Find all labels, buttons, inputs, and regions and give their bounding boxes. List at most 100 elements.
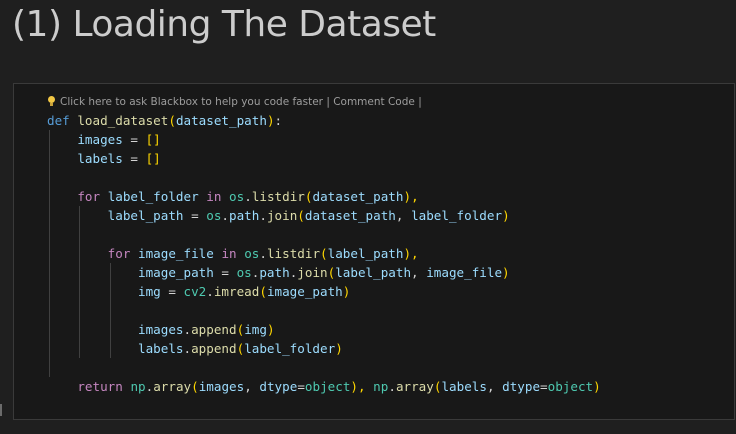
code-token: . <box>244 189 252 204</box>
code-token: . <box>388 379 396 394</box>
code-token: = <box>297 379 305 394</box>
code-line[interactable]: ​ <box>47 225 601 244</box>
code-token: label_path <box>335 265 412 280</box>
code-line[interactable]: images.append(img) <box>47 320 601 339</box>
code-line[interactable]: img = cv2.imread(image_path) <box>47 282 601 301</box>
code-token: label_path <box>107 208 184 223</box>
code-token: . <box>206 284 214 299</box>
code-token: = <box>540 379 548 394</box>
code-token: return <box>77 379 123 394</box>
code-line[interactable]: label_path = os.path.join(dataset_path, … <box>47 206 601 225</box>
code-token: listdir <box>251 189 305 204</box>
code-line[interactable]: labels.append(label_folder) <box>47 339 601 358</box>
code-line[interactable]: ​ <box>47 168 601 187</box>
markdown-heading: (1) Loading The Dataset <box>12 4 436 45</box>
code-line[interactable]: ​ <box>47 301 601 320</box>
code-token: for <box>77 189 101 204</box>
blackbox-hint[interactable]: Click here to ask Blackbox to help you c… <box>47 96 422 108</box>
code-token: imread <box>213 284 260 299</box>
code-line[interactable]: for image_file in os.listdir(label_path)… <box>47 244 601 263</box>
code-token: images <box>198 379 245 394</box>
code-token: for <box>107 246 131 261</box>
code-line[interactable]: images = [] <box>47 130 601 149</box>
code-token: ), <box>403 246 419 261</box>
code-token: ( <box>320 246 328 261</box>
code-token: img <box>244 322 267 337</box>
code-token: array <box>153 379 192 394</box>
code-token: ( <box>191 379 199 394</box>
code-token: path <box>259 265 290 280</box>
code-token: image_file <box>426 265 503 280</box>
code-token: = <box>122 151 146 166</box>
code-token: append <box>191 341 237 356</box>
code-token: object <box>304 379 351 394</box>
code-token: . <box>259 208 267 223</box>
code-token: = <box>160 284 184 299</box>
code-token: labels <box>138 341 184 356</box>
code-token: dataset_path <box>175 113 267 128</box>
code-line[interactable]: for label_folder in os.listdir(dataset_p… <box>47 187 601 206</box>
code-token: ( <box>297 208 305 223</box>
code-token: ), <box>403 189 419 204</box>
code-line[interactable]: image_path = os.path.join(label_path, im… <box>47 263 601 282</box>
code-token: array <box>395 379 434 394</box>
code-token: label_folder <box>411 208 503 223</box>
code-token: = <box>183 208 207 223</box>
code-token: [] <box>145 151 161 166</box>
code-token: load_dataset <box>77 113 169 128</box>
code-token: dataset_path <box>304 208 396 223</box>
code-line[interactable]: def load_dataset(dataset_path): <box>47 111 601 130</box>
code-token: label_folder <box>107 189 199 204</box>
code-token: dataset_path <box>312 189 404 204</box>
code-token: = <box>122 132 146 147</box>
code-token: def <box>47 113 78 128</box>
code-line[interactable]: return np.array(images, dtype=object), n… <box>47 377 601 396</box>
code-token: join <box>266 208 298 223</box>
code-token: in <box>221 246 237 261</box>
code-token: ) <box>266 322 275 337</box>
code-editor[interactable]: def load_dataset(dataset_path): images =… <box>47 111 601 396</box>
code-line[interactable]: labels = [] <box>47 149 601 168</box>
code-token: . <box>183 341 192 356</box>
code-token: : <box>274 113 283 128</box>
code-line[interactable]: ​ <box>47 358 601 377</box>
code-token: img <box>138 284 161 299</box>
code-token: listdir <box>266 246 321 261</box>
code-token: np <box>130 379 146 394</box>
code-token: path <box>229 208 260 223</box>
code-token: labels <box>77 151 123 166</box>
cell-gutter-marker <box>0 404 2 416</box>
code-token: ) <box>593 379 601 394</box>
code-token: . <box>183 322 192 337</box>
code-token: image_path <box>266 284 343 299</box>
code-token: join <box>297 265 328 280</box>
code-token: images <box>138 322 184 337</box>
code-token: label_path <box>327 246 404 261</box>
code-token: , <box>411 265 427 280</box>
code-token: in <box>206 189 222 204</box>
code-token: os <box>236 265 252 280</box>
code-token: np <box>373 379 389 394</box>
code-token: label_folder <box>244 341 336 356</box>
code-token: , <box>486 379 503 394</box>
code-token: . <box>221 208 230 223</box>
code-token: ), <box>350 379 366 394</box>
code-token: os <box>244 246 260 261</box>
code-token: ) <box>342 284 351 299</box>
blackbox-hint-text: Click here to ask Blackbox to help you c… <box>60 96 422 108</box>
code-token: image_file <box>138 246 214 261</box>
code-token: os <box>229 189 245 204</box>
code-token: . <box>259 246 267 261</box>
